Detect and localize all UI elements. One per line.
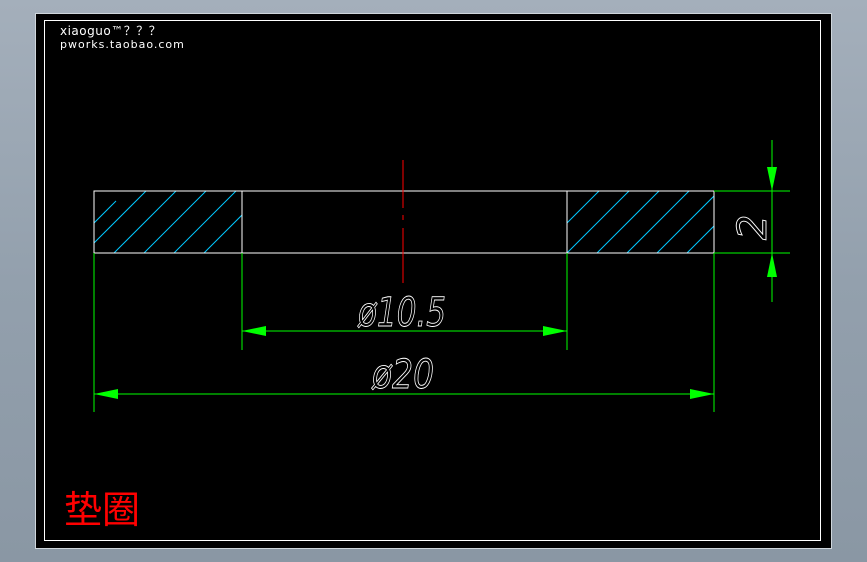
arrow-icon — [767, 253, 777, 277]
arrow-icon — [767, 167, 777, 191]
thickness-label: 2 — [730, 215, 776, 240]
washer-drawing: ø10.5 ø20 2 — [93, 140, 790, 412]
arrow-icon — [242, 326, 266, 336]
inner-diameter-label: ø10.5 — [357, 290, 446, 336]
arrow-icon — [94, 389, 118, 399]
hatch-right — [567, 191, 714, 253]
arrow-icon — [543, 326, 567, 336]
drawing-title: 垫圈 — [64, 488, 141, 532]
arrowheads — [94, 167, 777, 399]
arrow-icon — [690, 389, 714, 399]
dimension-lines — [93, 140, 790, 412]
washer-outline — [93, 190, 715, 254]
outer-diameter-label: ø20 — [371, 352, 434, 398]
